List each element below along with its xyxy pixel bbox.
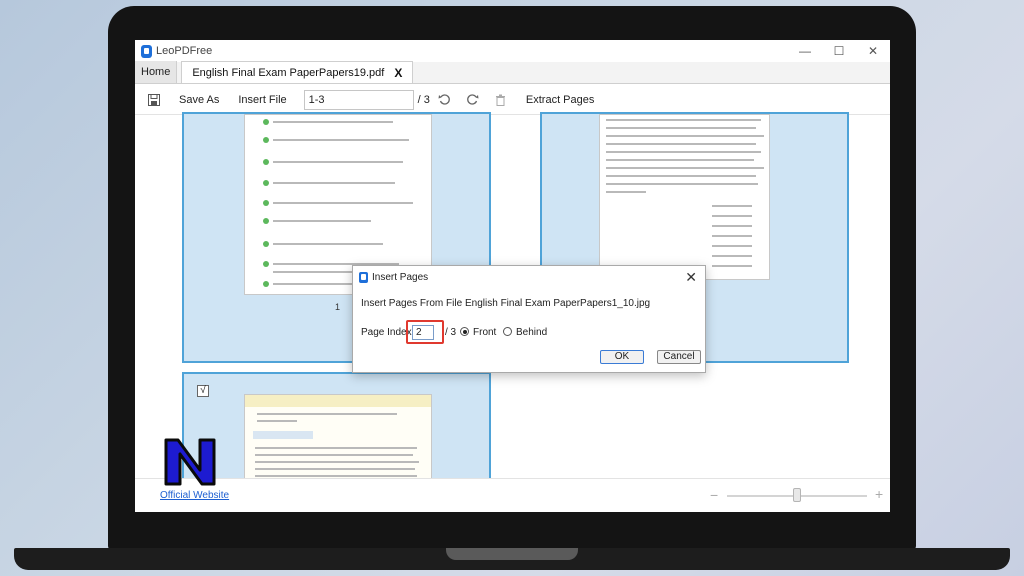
text-line — [606, 119, 761, 121]
text-line — [273, 271, 353, 273]
page-index-total: / 3 — [445, 327, 457, 338]
extract-pages-button[interactable]: Extract Pages — [526, 94, 594, 106]
bullet-icon — [263, 159, 269, 165]
front-radio[interactable] — [460, 327, 469, 336]
text-line — [606, 127, 756, 129]
rotate-left-icon[interactable] — [438, 93, 452, 107]
bullet-icon — [263, 200, 269, 206]
text-line — [712, 265, 752, 267]
text-line — [712, 235, 752, 237]
app-logo-icon — [141, 44, 152, 58]
text-line — [712, 255, 752, 257]
text-line — [606, 135, 764, 137]
minimize-button[interactable]: — — [788, 40, 822, 62]
text-line — [273, 121, 393, 123]
text-line — [273, 161, 403, 163]
bullet-icon — [263, 119, 269, 125]
insert-file-button[interactable]: Insert File — [238, 94, 286, 106]
bullet-icon — [263, 281, 269, 287]
bullet-icon — [263, 180, 269, 186]
insert-file-name: English Final Exam PaperPapers1_10.jpg — [465, 298, 651, 309]
status-bar: Official Website − + — [135, 438, 890, 512]
text-line — [273, 139, 409, 141]
page-index-label: Page Index — [361, 327, 412, 338]
tab-close-icon[interactable]: X — [394, 66, 402, 80]
text-line — [273, 182, 395, 184]
text-line — [257, 420, 297, 422]
rotate-right-icon[interactable] — [466, 93, 480, 107]
page-index-highlight — [406, 320, 444, 344]
page-index-input[interactable] — [412, 325, 434, 340]
tab-bar: Home English Final Exam PaperPapers19.pd… — [135, 61, 890, 84]
text-line — [273, 243, 383, 245]
text-line — [255, 454, 413, 456]
maximize-button[interactable]: ☐ — [822, 40, 856, 62]
bullet-icon — [263, 137, 269, 143]
toolbar: Save As Insert File / 3 Extract Pages — [135, 85, 890, 115]
page-total: / 3 — [417, 93, 430, 106]
text-line — [257, 413, 397, 415]
text-line — [712, 205, 752, 207]
save-icon[interactable] — [147, 93, 161, 107]
zoom-slider-handle[interactable] — [793, 488, 801, 502]
dialog-close-icon[interactable]: ✕ — [685, 269, 697, 286]
text-line — [606, 191, 646, 193]
front-radio-label[interactable]: Front — [473, 327, 496, 338]
zoom-out-icon[interactable]: − — [710, 487, 718, 503]
text-line — [255, 447, 417, 449]
text-line — [273, 220, 371, 222]
laptop-notch — [446, 548, 578, 560]
cancel-button[interactable]: Cancel — [657, 350, 701, 364]
save-as-button[interactable]: Save As — [179, 94, 219, 106]
delete-icon[interactable] — [494, 93, 508, 107]
window-controls: — ☐ ✕ — [788, 40, 890, 62]
page-number-1: 1 — [335, 302, 341, 312]
text-line — [606, 159, 754, 161]
page-thumbnails-area: 1 2 — [135, 112, 890, 512]
app-window: LeoPDFree — ☐ ✕ Home English Final Exam … — [135, 40, 890, 512]
dialog-title: Insert Pages — [372, 272, 429, 283]
page-checkbox[interactable]: √ — [197, 385, 209, 397]
dialog-title-bar: Insert Pages — [359, 272, 428, 283]
behind-radio-label[interactable]: Behind — [516, 327, 547, 338]
text-line — [606, 151, 761, 153]
close-window-button[interactable]: ✕ — [856, 40, 890, 62]
zoom-in-icon[interactable]: + — [875, 486, 883, 502]
bullet-icon — [263, 241, 269, 247]
bullet-icon — [263, 218, 269, 224]
app-logo-icon — [359, 272, 368, 283]
brand-n-logo-icon — [164, 438, 216, 486]
page-preview-2 — [599, 114, 770, 280]
tab-home[interactable]: Home — [135, 61, 178, 83]
text-line — [712, 215, 752, 217]
text-line — [606, 183, 758, 185]
text-line — [606, 143, 756, 145]
insert-pages-dialog: Insert Pages ✕ Insert Pages From File En… — [352, 265, 706, 373]
text-line — [712, 245, 752, 247]
official-website-link[interactable]: Official Website — [160, 490, 229, 501]
insert-from-label: Insert Pages From File — [361, 298, 463, 309]
section-heading — [253, 431, 313, 439]
text-line — [273, 202, 413, 204]
page-range-input[interactable] — [303, 89, 414, 110]
page-header-band — [245, 395, 431, 407]
title-bar: LeoPDFree — ☐ ✕ — [135, 40, 890, 62]
behind-radio[interactable] — [503, 327, 512, 336]
bullet-icon — [263, 261, 269, 267]
ok-button[interactable]: OK — [600, 350, 644, 364]
app-title: LeoPDFree — [156, 45, 213, 57]
text-line — [712, 225, 752, 227]
text-line — [606, 175, 756, 177]
text-line — [255, 475, 417, 477]
text-line — [255, 468, 415, 470]
tab-document[interactable]: English Final Exam PaperPapers19.pdf X — [181, 61, 414, 83]
text-line — [255, 461, 419, 463]
text-line — [606, 167, 764, 169]
tab-document-label: English Final Exam PaperPapers19.pdf — [192, 66, 385, 79]
